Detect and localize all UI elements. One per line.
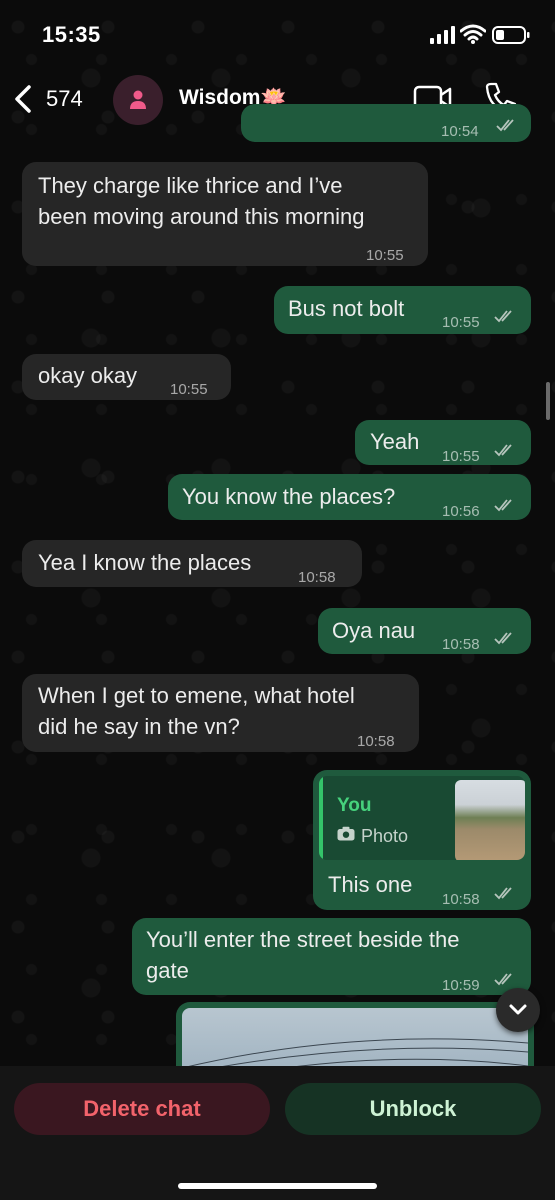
message-text: Yea I know the places [38,550,252,575]
message-bubble-outgoing[interactable]: 10:54 [241,104,531,142]
read-ticks-icon [494,887,512,900]
message-text-line: They charge like thrice and I’ve [38,173,343,198]
message-time: 10:56 [442,503,480,520]
message-text: Yeah [370,429,420,454]
reply-accent-bar [319,776,323,860]
message-time: 10:58 [442,636,480,653]
message-bubble-outgoing[interactable]: Yeah 10:55 [355,420,531,465]
chevron-down-icon [509,1004,527,1015]
back-chevron-icon[interactable] [12,84,34,114]
message-text: You know the places? [182,484,396,509]
home-indicator[interactable] [178,1183,377,1189]
cellular-signal-icon [430,26,455,44]
message-text-line: been moving around this morning [38,204,365,229]
blocked-contact-actions: Delete chat Unblock [0,1066,555,1200]
message-text: This one [328,872,413,897]
message-time: 10:58 [442,891,480,908]
reply-photo-thumbnail [455,780,525,860]
message-time: 10:58 [357,733,395,750]
camera-icon [337,826,355,841]
message-bubble-outgoing[interactable]: Oya nau 10:58 [318,608,531,654]
read-ticks-icon [496,119,514,132]
battery-icon [492,26,530,44]
reply-type-label: Photo [361,826,409,846]
status-bar: 15:35 [0,0,555,70]
message-time: 10:55 [170,381,208,398]
message-bubble-incoming[interactable]: Yea I know the places 10:58 [22,540,362,587]
message-time: 10:59 [442,977,480,994]
message-text: Oya nau [332,618,416,643]
message-time: 10:55 [442,448,480,465]
message-time: 10:58 [298,569,336,586]
read-ticks-icon [494,632,512,645]
message-text-line: When I get to emene, what hotel [38,683,355,708]
status-time: 15:35 [42,22,101,47]
delete-chat-button[interactable]: Delete chat [14,1083,270,1135]
read-ticks-icon [494,310,512,323]
read-ticks-icon [494,444,512,457]
message-text-line: You’ll enter the street beside the [146,927,460,952]
quoted-reply[interactable]: You Photo [319,776,525,860]
message-time: 10:54 [441,123,479,140]
unblock-button[interactable]: Unblock [285,1083,541,1135]
wifi-icon [460,24,486,44]
message-bubble-outgoing[interactable]: You know the places? 10:56 [168,474,531,520]
back-unread-count[interactable]: 574 [46,86,83,112]
message-text-line: did he say in the vn? [38,714,240,739]
message-bubble-incoming[interactable]: When I get to emene, what hotel did he s… [22,674,419,752]
read-ticks-icon [494,973,512,986]
scroll-to-bottom-button[interactable] [496,988,540,1032]
read-ticks-icon [494,499,512,512]
message-time: 10:55 [366,247,404,264]
message-bubble-outgoing[interactable]: Bus not bolt 10:55 [274,286,531,334]
reply-sender: You [337,795,372,816]
contact-avatar[interactable] [113,75,163,125]
message-text: okay okay [38,363,138,388]
message-bubble-outgoing[interactable]: You’ll enter the street beside the gate … [132,918,531,995]
message-bubble-incoming[interactable]: They charge like thrice and I’ve been mo… [22,162,428,266]
message-bubble-outgoing-reply[interactable]: You Photo This one 10:58 [313,770,531,910]
message-time: 10:55 [442,314,480,331]
message-text: Bus not bolt [288,296,405,321]
person-icon [130,90,146,109]
scroll-indicator[interactable] [546,382,550,420]
message-text-line: gate [146,958,189,983]
message-bubble-incoming[interactable]: okay okay 10:55 [22,354,231,400]
